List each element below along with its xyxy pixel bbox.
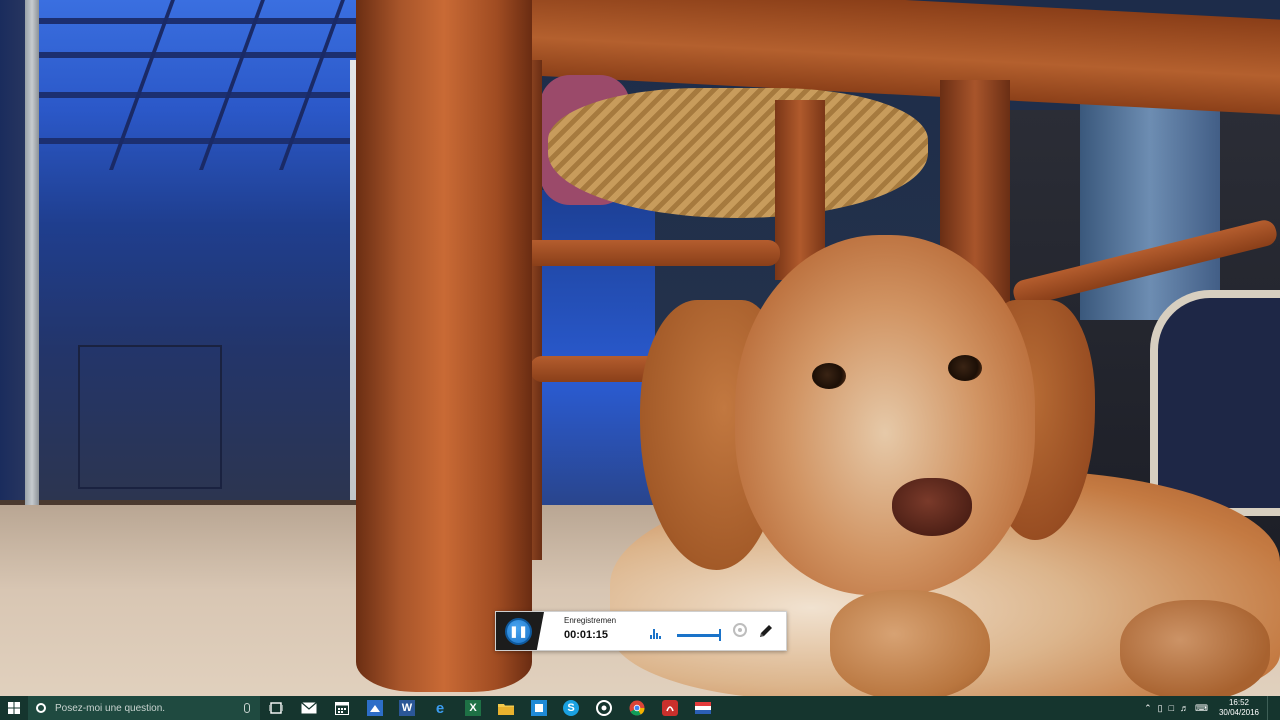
network-icon[interactable]: □ xyxy=(1169,703,1174,713)
recording-info: Enregistremen 00:01:15 xyxy=(564,616,636,641)
chevron-up-icon[interactable]: ⌃ xyxy=(1144,703,1152,714)
chair-leg-front xyxy=(356,0,532,692)
recording-label: Enregistremen xyxy=(564,616,617,625)
shelf xyxy=(78,345,222,489)
window-frame xyxy=(25,0,39,505)
edge-icon[interactable]: e xyxy=(432,700,448,717)
system-tray: ⌃ ▯ □ ♬ ⌨ 16:52 30/04/2016 xyxy=(1141,696,1280,720)
clock-time: 16:52 xyxy=(1228,698,1250,707)
clock[interactable]: 16:52 30/04/2016 xyxy=(1217,698,1261,718)
pergola-beam xyxy=(39,52,379,58)
webcam-icon[interactable] xyxy=(733,623,747,637)
presentation-icon[interactable] xyxy=(367,700,383,716)
audio-level-icon[interactable] xyxy=(650,625,664,639)
word-icon[interactable]: W xyxy=(399,700,415,716)
recording-timer: 00:01:15 xyxy=(564,629,609,641)
windows-icon xyxy=(8,702,20,714)
speaker-icon[interactable]: ♬ xyxy=(1180,703,1189,713)
skype-icon[interactable]: S xyxy=(563,700,579,716)
puppy-eye xyxy=(948,355,982,381)
clock-date: 30/04/2016 xyxy=(1218,708,1260,717)
pergola-beam xyxy=(39,18,379,24)
microphone-icon[interactable] xyxy=(244,703,250,713)
taskbar: Posez-moi une question. W e X S ⌃ ▯ □ ♬ … xyxy=(0,696,1280,720)
groove-icon[interactable] xyxy=(596,700,612,716)
outside-view xyxy=(535,190,655,510)
volume-slider-thumb[interactable] xyxy=(719,629,721,641)
battery-icon[interactable]: ▯ xyxy=(1158,703,1163,714)
puppy-paw xyxy=(830,590,990,700)
store-icon[interactable] xyxy=(531,700,547,716)
pause-icon: ❚❚ xyxy=(509,626,528,638)
shoe xyxy=(1150,290,1280,516)
pergola-beam xyxy=(39,92,379,98)
cortana-icon xyxy=(36,703,46,713)
volume-slider[interactable] xyxy=(677,634,721,637)
start-button[interactable] xyxy=(0,696,28,720)
puppy-head xyxy=(735,235,1035,595)
show-desktop-button[interactable] xyxy=(1267,696,1280,720)
file-explorer-icon[interactable] xyxy=(498,700,514,716)
calendar-icon[interactable] xyxy=(334,700,350,716)
pause-button[interactable]: ❚❚ xyxy=(505,618,532,645)
task-view-icon[interactable] xyxy=(268,700,284,716)
mail-icon[interactable] xyxy=(301,700,317,716)
puppy-nose xyxy=(892,478,972,536)
chrome-icon[interactable] xyxy=(629,700,645,716)
recording-toolbar: ❚❚ Enregistremen 00:01:15 xyxy=(495,611,787,651)
puppy-paw xyxy=(1120,600,1270,700)
cortana-search-box[interactable]: Posez-moi une question. xyxy=(28,696,260,720)
music-app-icon[interactable] xyxy=(662,700,678,716)
flag-app-icon[interactable] xyxy=(695,700,711,716)
screen: ❚❚ Enregistremen 00:01:15 Posez-moi une … xyxy=(0,0,1280,720)
puppy-eye xyxy=(812,363,846,389)
straw-seat xyxy=(548,88,928,218)
chair-rung xyxy=(520,240,780,266)
excel-icon[interactable]: X xyxy=(465,700,481,716)
keyboard-icon[interactable]: ⌨ xyxy=(1195,703,1208,714)
search-placeholder: Posez-moi une question. xyxy=(55,702,166,714)
pen-icon[interactable] xyxy=(757,622,775,640)
